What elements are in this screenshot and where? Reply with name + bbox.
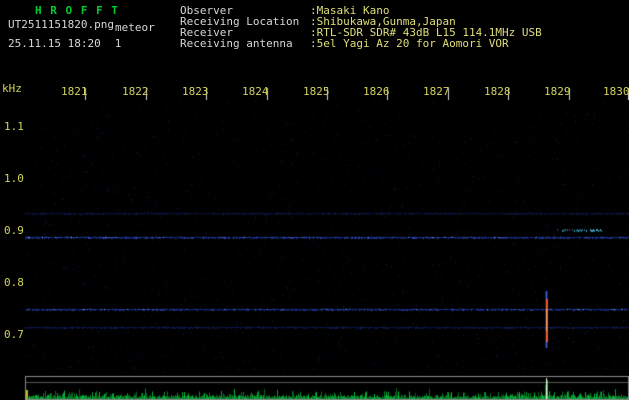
x-tick-label-1823: 1823 bbox=[182, 85, 209, 98]
y-tick-label-1p0: 1.0 bbox=[4, 172, 24, 185]
y-tick-label-0p7: 0.7 bbox=[4, 328, 24, 341]
x-tick-label-1825: 1825 bbox=[303, 85, 330, 98]
x-tick-label-1827: 1827 bbox=[423, 85, 450, 98]
datetime-text: 25.11.15 18:20 bbox=[8, 37, 101, 50]
spectrogram-canvas bbox=[0, 0, 629, 400]
x-tick-label-1821: 1821 bbox=[61, 85, 88, 98]
output-filename: UT2511151820.png bbox=[8, 18, 114, 31]
y-tick-label-0p9: 0.9 bbox=[4, 224, 24, 237]
app-title: H R O F F T bbox=[35, 4, 119, 17]
x-tick-label-1822: 1822 bbox=[122, 85, 149, 98]
x-tick-label-1824: 1824 bbox=[242, 85, 269, 98]
image-counter: 1 bbox=[114, 37, 122, 50]
header-value-antenna: :5el Yagi Az 20 for Aomori VOR bbox=[310, 37, 509, 50]
x-tick-label-1829: 1829 bbox=[544, 85, 571, 98]
x-tick-label-1826: 1826 bbox=[363, 85, 390, 98]
y-tick-label-0p8: 0.8 bbox=[4, 276, 24, 289]
x-tick-label-1828: 1828 bbox=[484, 85, 511, 98]
header-label-antenna: Receiving antenna bbox=[180, 37, 293, 50]
x-tick-label-1830: 1830. bbox=[603, 86, 629, 97]
date-line: 25.11.15 18:20 1 bbox=[8, 38, 121, 49]
hrofft-output: H R O F F T UT2511151820.pngmeteor 25.11… bbox=[0, 0, 629, 400]
file-line: UT2511151820.pngmeteor bbox=[8, 18, 155, 33]
station-name: meteor bbox=[114, 21, 155, 34]
y-tick-label-1p1: 1.1 bbox=[4, 120, 24, 133]
y-axis-unit-label: kHz bbox=[2, 82, 22, 95]
